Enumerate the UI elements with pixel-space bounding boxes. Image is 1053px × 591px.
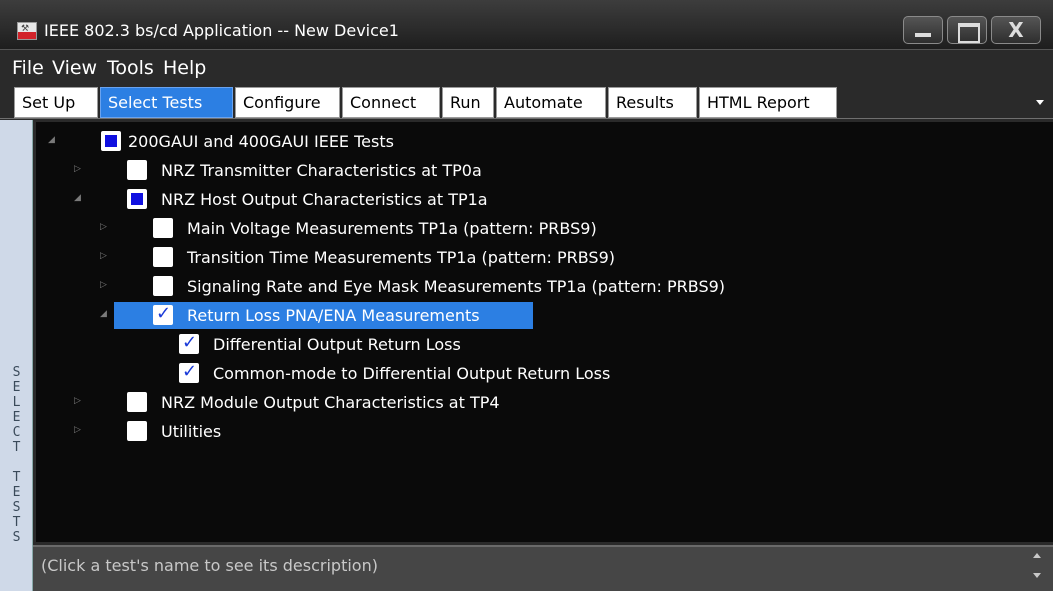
tree-checkbox[interactable]: [127, 160, 147, 180]
tree-label[interactable]: Main Voltage Measurements TP1a (pattern:…: [187, 219, 597, 238]
side-letter: E: [12, 380, 21, 395]
tab-run[interactable]: Run: [442, 87, 494, 118]
close-button[interactable]: X: [991, 16, 1041, 44]
side-letter: S: [12, 530, 21, 545]
menu-help[interactable]: Help: [163, 57, 206, 79]
tree-label[interactable]: NRZ Transmitter Characteristics at TP0a: [161, 161, 482, 180]
expand-icon[interactable]: ▷: [74, 164, 81, 174]
collapse-icon[interactable]: ◢: [100, 309, 107, 319]
title-bar[interactable]: ⚒ IEEE 802.3 bs/cd Application -- New De…: [0, 0, 1053, 50]
menu-view[interactable]: View: [52, 57, 97, 79]
expand-icon[interactable]: ▷: [100, 280, 107, 290]
menu-file[interactable]: File: [12, 57, 44, 79]
app-icon-stripe: [18, 32, 36, 39]
tree-label[interactable]: NRZ Host Output Characteristics at TP1a: [161, 190, 488, 209]
select-tests-side-panel[interactable]: S E L E C T T E S T S: [0, 120, 33, 591]
tree-checkbox[interactable]: [179, 361, 199, 383]
tree-label[interactable]: Common-mode to Differential Output Retur…: [213, 364, 610, 383]
tree-checkbox[interactable]: [153, 218, 173, 238]
app-window: ⚒ IEEE 802.3 bs/cd Application -- New De…: [0, 0, 1053, 591]
tree-label[interactable]: Utilities: [161, 422, 221, 441]
tab-overflow-icon[interactable]: [1036, 100, 1044, 105]
tree-checkbox[interactable]: [153, 276, 173, 296]
side-letter: L: [12, 395, 21, 410]
side-letter: S: [12, 365, 21, 380]
tab-automate[interactable]: Automate: [496, 87, 606, 118]
tree-label[interactable]: Differential Output Return Loss: [213, 335, 461, 354]
tab-set-up[interactable]: Set Up: [14, 87, 98, 118]
side-letter: C: [12, 425, 21, 440]
side-letter: S: [12, 500, 21, 515]
tree-label[interactable]: NRZ Module Output Characteristics at TP4: [161, 393, 500, 412]
side-letter: T: [12, 470, 21, 485]
collapse-icon[interactable]: ◢: [74, 193, 81, 203]
side-letter: E: [12, 410, 21, 425]
tab-bar: Set Up Select Tests Configure Connect Ru…: [0, 85, 1053, 119]
description-text: (Click a test's name to see its descript…: [41, 556, 378, 575]
tree-checkbox[interactable]: [127, 392, 147, 412]
tab-connect[interactable]: Connect: [342, 87, 440, 118]
tab-html-report[interactable]: HTML Report: [699, 87, 837, 118]
tab-configure[interactable]: Configure: [235, 87, 340, 118]
window-title: IEEE 802.3 bs/cd Application -- New Devi…: [44, 21, 399, 40]
close-icon: X: [1008, 18, 1024, 42]
tree-checkbox[interactable]: [101, 131, 121, 151]
side-letter: T: [12, 440, 21, 455]
side-letter: [0, 455, 33, 470]
menu-tools[interactable]: Tools: [107, 57, 154, 79]
tab-select-tests[interactable]: Select Tests: [100, 87, 233, 118]
maximize-button[interactable]: [947, 16, 987, 44]
tree-label[interactable]: Return Loss PNA/ENA Measurements: [187, 306, 480, 325]
tree-checkbox[interactable]: [127, 421, 147, 441]
description-panel[interactable]: (Click a test's name to see its descript…: [33, 545, 1053, 591]
expand-icon[interactable]: ▷: [100, 222, 107, 232]
tree-label[interactable]: Signaling Rate and Eye Mask Measurements…: [187, 277, 725, 296]
collapse-icon[interactable]: ◢: [48, 135, 55, 145]
minimize-button[interactable]: [903, 16, 943, 44]
app-icon[interactable]: ⚒: [17, 22, 37, 40]
expand-icon[interactable]: ▷: [74, 396, 81, 406]
test-tree: ◢ 200GAUI and 400GAUI IEEE Tests ▷ NRZ T…: [36, 122, 1053, 542]
expand-icon[interactable]: ▷: [74, 425, 81, 435]
tree-label[interactable]: 200GAUI and 400GAUI IEEE Tests: [128, 132, 394, 151]
tree-label[interactable]: Transition Time Measurements TP1a (patte…: [187, 248, 615, 267]
tree-checkbox[interactable]: [127, 189, 147, 209]
menu-bar: File View Tools Help: [0, 52, 1053, 85]
scroll-down-icon[interactable]: [1033, 573, 1041, 578]
tab-results[interactable]: Results: [608, 87, 697, 118]
scroll-up-icon[interactable]: [1033, 553, 1041, 558]
expand-icon[interactable]: ▷: [100, 251, 107, 261]
side-panel-label: S E L E C T T E S T S: [0, 365, 33, 545]
tree-checkbox[interactable]: [153, 303, 173, 325]
tree-checkbox[interactable]: [179, 332, 199, 354]
side-letter: E: [12, 485, 21, 500]
tree-checkbox[interactable]: [153, 247, 173, 267]
side-letter: T: [12, 515, 21, 530]
